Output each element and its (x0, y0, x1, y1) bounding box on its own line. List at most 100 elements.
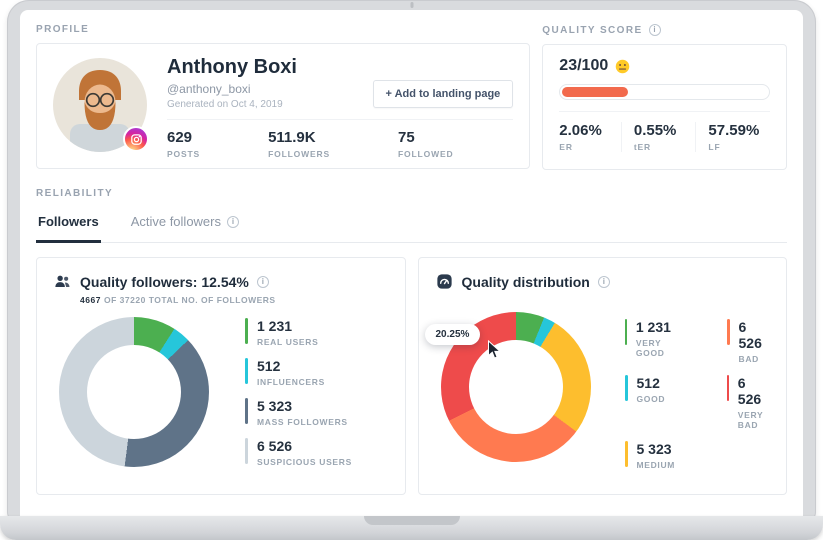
legend-value: 6 526 (257, 438, 352, 454)
legend-value: 5 323 (257, 398, 348, 414)
stat-label: POSTS (167, 149, 200, 159)
subtitle-text: OF 37220 TOTAL NO. OF FOLLOWERS (104, 295, 276, 305)
legend-item: 1 231 VERY GOOD (625, 319, 681, 364)
info-icon[interactable]: i (227, 216, 239, 228)
legend-item: 6 526 SUSPICIOUS USERS (245, 438, 352, 467)
profile-section-label: PROFILE (36, 24, 530, 35)
chart-tooltip: 20.25% (425, 324, 481, 345)
legend-color (727, 319, 730, 345)
legend-color (727, 375, 729, 401)
add-to-landing-page-button[interactable]: + Add to landing page (373, 80, 514, 108)
quality-score-progress (559, 84, 770, 100)
stat-followers: 511.9K FOLLOWERS (268, 129, 330, 159)
legend-item: 6 526 BAD (727, 319, 770, 364)
device-base-notch (364, 516, 460, 525)
stat-followed: 75 FOLLOWED (398, 129, 453, 159)
profile-handle[interactable]: @anthony_boxi (167, 82, 297, 96)
legend-value: 5 323 (637, 441, 676, 457)
stat-label: ER (559, 142, 621, 152)
device-mockup: PROFILE (0, 0, 823, 540)
stat-lf: 57.59% LF (695, 122, 770, 152)
legend-color (245, 318, 248, 344)
legend-color (245, 398, 248, 424)
stat-er: 2.06% ER (559, 122, 621, 152)
device-base (0, 516, 823, 540)
info-icon[interactable]: i (257, 276, 269, 288)
quality-score-value: 23/100 (559, 57, 608, 75)
profile-stats: 629 POSTS 511.9K FOLLOWERS 75 (167, 119, 513, 159)
quality-followers-legend: 1 231 REAL USERS 512 INFLUENCERS (245, 318, 352, 467)
chart-title: Quality distribution (462, 274, 590, 290)
legend-label: SUSPICIOUS USERS (257, 457, 352, 467)
quality-progress-fill (562, 87, 628, 97)
stat-value: 57.59% (708, 122, 770, 139)
tooltip-value: 20.25% (436, 329, 470, 340)
subtitle-value: 4667 (80, 295, 101, 305)
stat-value: 75 (398, 129, 453, 146)
stat-value: 0.55% (634, 122, 696, 139)
tab-followers[interactable]: Followers (36, 205, 101, 243)
camera-notch-icon (410, 2, 413, 8)
info-icon[interactable]: i (598, 276, 610, 288)
legend-color (625, 441, 628, 467)
legend-label: VERY GOOD (636, 338, 681, 358)
quality-score-card: 23/100 (542, 44, 787, 170)
stat-label: tER (634, 142, 696, 152)
legend-label: MEDIUM (637, 460, 676, 470)
stat-posts: 629 POSTS (167, 129, 200, 159)
legend-label: GOOD (637, 394, 666, 404)
instagram-icon (123, 126, 149, 152)
legend-item: 1 231 REAL USERS (245, 318, 352, 347)
quality-score-section-label: QUALITY SCORE (542, 25, 642, 36)
stat-value: 511.9K (268, 129, 330, 146)
legend-value: 512 (257, 358, 325, 374)
tab-active-followers[interactable]: Active followers i (129, 205, 241, 243)
legend-value: 1 231 (257, 318, 318, 334)
quality-distribution-card: Quality distribution i 20.25% (418, 257, 788, 495)
legend-item: 5 323 MEDIUM (625, 441, 681, 470)
legend-color (625, 375, 628, 401)
tabs: Followers Active followers i (36, 205, 787, 243)
legend-item: 512 GOOD (625, 375, 681, 430)
legend-label: VERY BAD (738, 410, 770, 430)
neutral-face-icon (615, 59, 630, 74)
followers-icon (53, 272, 72, 291)
legend-value: 512 (637, 375, 666, 391)
legend-label: MASS FOLLOWERS (257, 417, 348, 427)
legend-color (245, 358, 248, 384)
chart-subtitle: 4667OF 37220 TOTAL NO. OF FOLLOWERS (80, 295, 389, 305)
app-screen: PROFILE (20, 10, 803, 522)
legend-label: REAL USERS (257, 337, 318, 347)
legend-color (245, 438, 248, 464)
quality-followers-card: Quality followers: 12.54% i 4667OF 37220… (36, 257, 406, 495)
stat-ter: 0.55% tER (621, 122, 696, 152)
mouse-cursor-icon (487, 340, 501, 360)
stat-label: FOLLOWED (398, 149, 453, 159)
device-bezel: PROFILE (7, 0, 816, 522)
legend-item: 512 INFLUENCERS (245, 358, 352, 387)
legend-label: INFLUENCERS (257, 377, 325, 387)
legend-item: 5 323 MASS FOLLOWERS (245, 398, 352, 427)
tab-label: Active followers (131, 214, 221, 229)
profile-card: Anthony Boxi @anthony_boxi Generated on … (36, 43, 530, 169)
quality-distribution-legend: 1 231 VERY GOOD 512 GOOD (625, 319, 771, 470)
stat-value: 629 (167, 129, 200, 146)
legend-value: 1 231 (636, 319, 681, 335)
legend-color (625, 319, 627, 345)
avatar (53, 58, 147, 152)
quality-followers-donut-wrap (59, 317, 209, 467)
legend-label: BAD (739, 354, 770, 364)
generated-date: Generated on Oct 4, 2019 (167, 99, 297, 110)
quality-distribution-icon (435, 272, 454, 291)
legend-value: 6 526 (738, 375, 770, 407)
reliability-section-label: RELIABILITY (36, 188, 787, 199)
legend-value: 6 526 (739, 319, 770, 351)
stat-label: FOLLOWERS (268, 149, 330, 159)
quality-followers-donut-chart[interactable] (59, 317, 209, 467)
info-icon[interactable]: i (649, 24, 661, 36)
quality-score-stats: 2.06% ER 0.55% tER 57.59% LF (559, 111, 770, 152)
chart-title: Quality followers: 12.54% (80, 274, 249, 290)
stat-value: 2.06% (559, 122, 621, 139)
tab-label: Followers (38, 214, 99, 229)
stat-label: LF (708, 142, 770, 152)
